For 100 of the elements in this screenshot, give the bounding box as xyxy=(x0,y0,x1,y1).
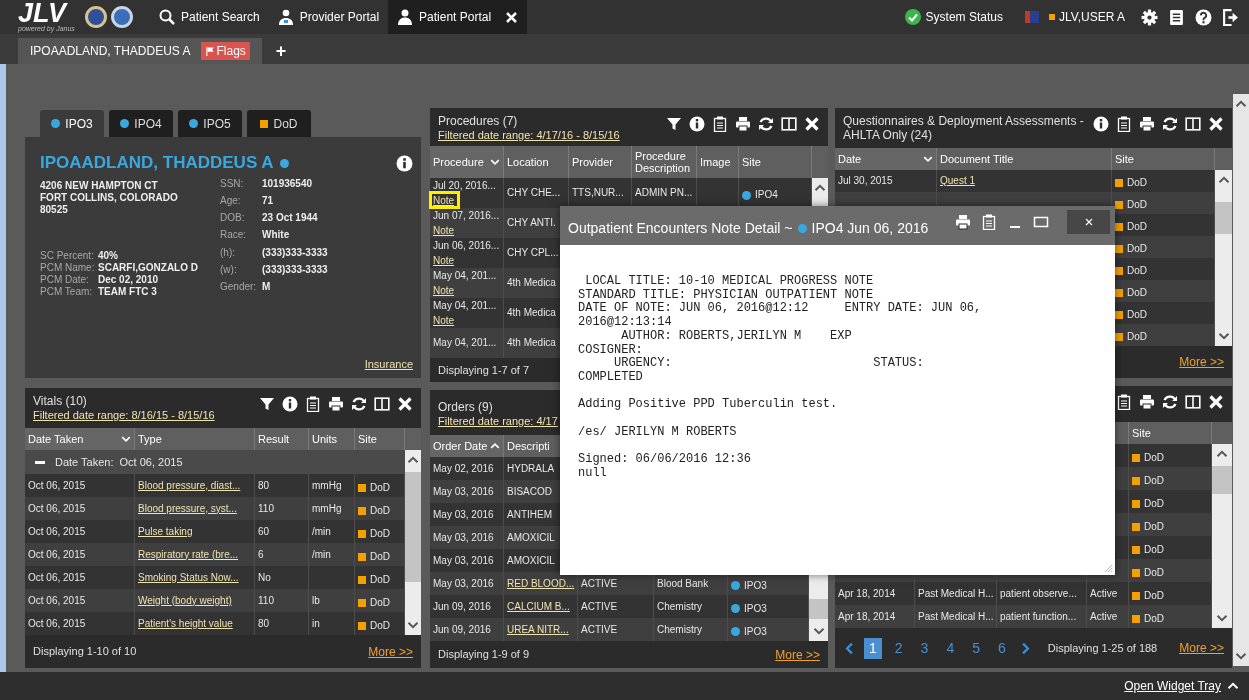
close-icon[interactable] xyxy=(1208,394,1224,410)
table-row[interactable]: Apr 18, 2014 Past Medical H... patient observe... Active DoD xyxy=(835,582,1212,605)
close-icon[interactable] xyxy=(397,396,413,412)
more-link[interactable]: More >> xyxy=(1179,639,1224,657)
page-link[interactable]: 2 xyxy=(889,637,908,659)
nav-tab[interactable]: Patient Search xyxy=(150,0,269,34)
nav-tab[interactable]: Provider Portal xyxy=(268,0,389,34)
table-link[interactable]: Blood pressure, diast... xyxy=(138,479,241,492)
page-link[interactable]: 6 xyxy=(993,637,1011,659)
columns-icon[interactable] xyxy=(1185,394,1201,410)
column-header[interactable]: Order Date xyxy=(430,435,504,457)
add-tab-button[interactable]: + xyxy=(275,38,287,64)
document-icon[interactable] xyxy=(1168,8,1185,26)
scrollbar[interactable] xyxy=(1212,444,1232,628)
chevron-up-icon[interactable] xyxy=(1235,98,1247,110)
printer-icon[interactable] xyxy=(328,396,344,412)
table-row[interactable]: Oct 06, 2015 Blood pressure, diast... 80 mmHg DoD xyxy=(25,474,405,497)
scrollbar-thumb[interactable] xyxy=(809,599,828,619)
table-row[interactable]: Jun 09, 2016 UREA NITR... ACTIVE Chemistry IPO3 xyxy=(430,618,809,641)
table-row[interactable]: Jul 30, 2015 Quest 1 DoD xyxy=(835,170,1215,192)
filter-icon[interactable] xyxy=(259,396,275,412)
scrollbar[interactable] xyxy=(1215,170,1232,346)
chevron-up-icon[interactable] xyxy=(814,182,826,194)
table-link[interactable]: Blood pressure, syst... xyxy=(138,502,237,515)
page-link[interactable]: 5 xyxy=(967,637,985,659)
printer-icon[interactable] xyxy=(735,116,751,132)
scrollbar-thumb[interactable] xyxy=(1215,202,1232,234)
dialog-close-button[interactable] xyxy=(1067,210,1110,234)
scrollbar-thumb[interactable] xyxy=(405,472,421,582)
close-icon[interactable] xyxy=(505,10,519,24)
chevron-up-icon[interactable] xyxy=(1217,174,1230,186)
table-row[interactable]: Jul 20, 2016... Note CHY CHE... TTS,NUR... ADMIN PN... IPO4 xyxy=(430,178,812,208)
chevron-down-icon[interactable] xyxy=(407,619,419,631)
clipboard-icon[interactable] xyxy=(1116,116,1132,132)
printer-icon[interactable] xyxy=(1139,116,1155,132)
patient-tab[interactable]: IPOAADLAND, THADDEUS A Flags xyxy=(18,38,262,64)
chevron-left-icon[interactable] xyxy=(843,641,856,655)
more-link[interactable]: More >> xyxy=(368,642,413,661)
more-link[interactable]: More >> xyxy=(775,645,820,664)
table-row[interactable]: Oct 06, 2015 Weight (body weight) 110 lb DoD xyxy=(25,589,405,612)
page-scrollbar[interactable] xyxy=(1233,94,1249,666)
note-link[interactable]: Note xyxy=(433,224,455,237)
table-row[interactable]: Oct 06, 2015 Patient's height value 80 in DoD xyxy=(25,612,405,635)
site-tab[interactable]: DoD xyxy=(247,110,311,137)
flags-badge[interactable]: Flags xyxy=(200,42,250,60)
table-link[interactable]: RED BLOOD... xyxy=(507,577,575,590)
table-link[interactable]: Quest 1 xyxy=(940,175,976,187)
table-link[interactable]: UREA NITR... xyxy=(507,623,569,636)
table-row[interactable]: Oct 06, 2015 Pulse taking 60 /min DoD xyxy=(25,520,405,543)
info-icon[interactable] xyxy=(282,396,298,412)
table-row[interactable]: Jun 09, 2016 CALCIUM B... ACTIVE Chemistry IPO3 xyxy=(430,595,809,618)
insurance-link[interactable]: Insurance xyxy=(364,355,413,372)
chevron-down-icon[interactable] xyxy=(1235,650,1247,662)
system-status-link[interactable]: System Status xyxy=(925,8,1003,26)
site-tab[interactable]: IPO5 xyxy=(178,110,242,137)
maximize-icon[interactable] xyxy=(1033,214,1049,230)
note-link[interactable]: Note xyxy=(433,284,455,297)
table-link[interactable]: Pulse taking xyxy=(138,525,193,538)
note-link[interactable]: Note xyxy=(433,314,455,327)
info-icon[interactable] xyxy=(1093,116,1109,132)
site-tab[interactable]: IPO4 xyxy=(109,110,173,137)
printer-icon[interactable] xyxy=(955,214,971,230)
columns-icon[interactable] xyxy=(781,116,797,132)
close-icon[interactable] xyxy=(1208,116,1224,132)
more-link[interactable]: More >> xyxy=(1179,353,1224,371)
collapse-icon[interactable] xyxy=(35,460,45,464)
logout-icon[interactable] xyxy=(1222,8,1239,26)
table-row[interactable]: Apr 18, 2014 Past Medical H... patient function... Active DoD xyxy=(835,605,1212,628)
columns-icon[interactable] xyxy=(1185,116,1201,132)
user-name[interactable]: JLV,USER A xyxy=(1058,8,1131,26)
table-link[interactable]: Respiratory rate (bre... xyxy=(138,548,239,561)
table-link[interactable]: Patient's height value xyxy=(138,617,233,630)
refresh-icon[interactable] xyxy=(351,396,367,412)
table-link[interactable]: CALCIUM B... xyxy=(507,600,570,613)
table-link[interactable]: Weight (body weight) xyxy=(138,594,232,607)
table-row[interactable]: Oct 06, 2015 Smoking Status Now... No DoD xyxy=(25,566,405,589)
chevron-down-icon[interactable] xyxy=(1216,612,1228,624)
page-link[interactable]: 4 xyxy=(941,637,960,659)
refresh-icon[interactable] xyxy=(1162,394,1178,410)
chevron-down-icon[interactable] xyxy=(812,625,825,637)
close-icon[interactable] xyxy=(804,116,820,132)
refresh-icon[interactable] xyxy=(1162,116,1178,132)
columns-icon[interactable] xyxy=(374,396,390,412)
table-row[interactable]: Oct 06, 2015 Blood pressure, syst... 110 mmHg DoD xyxy=(25,497,405,520)
clipboard-icon[interactable] xyxy=(305,396,321,412)
nav-tab[interactable]: Patient Portal xyxy=(388,0,528,34)
table-row[interactable]: Oct 06, 2015 Respiratory rate (bre... 6 /min DoD xyxy=(25,543,405,566)
settings-icon[interactable] xyxy=(1141,8,1158,26)
chevron-down-icon[interactable] xyxy=(1217,330,1230,342)
filter-link[interactable]: Filtered date range: 8/16/15 - 8/15/16 xyxy=(33,408,215,422)
note-link[interactable]: Note xyxy=(433,194,455,207)
filter-link[interactable]: Filtered date range: 4/17/16 - 8/15/16 xyxy=(438,128,620,142)
clipboard-icon[interactable] xyxy=(712,116,728,132)
clipboard-icon[interactable] xyxy=(981,214,997,230)
column-header[interactable]: Date Taken xyxy=(25,428,135,450)
chevron-up-icon[interactable] xyxy=(407,454,419,466)
printer-icon[interactable] xyxy=(1139,394,1155,410)
site-tab[interactable]: IPO3 xyxy=(40,110,104,137)
chevron-up-icon[interactable] xyxy=(1227,680,1239,692)
refresh-icon[interactable] xyxy=(758,116,774,132)
